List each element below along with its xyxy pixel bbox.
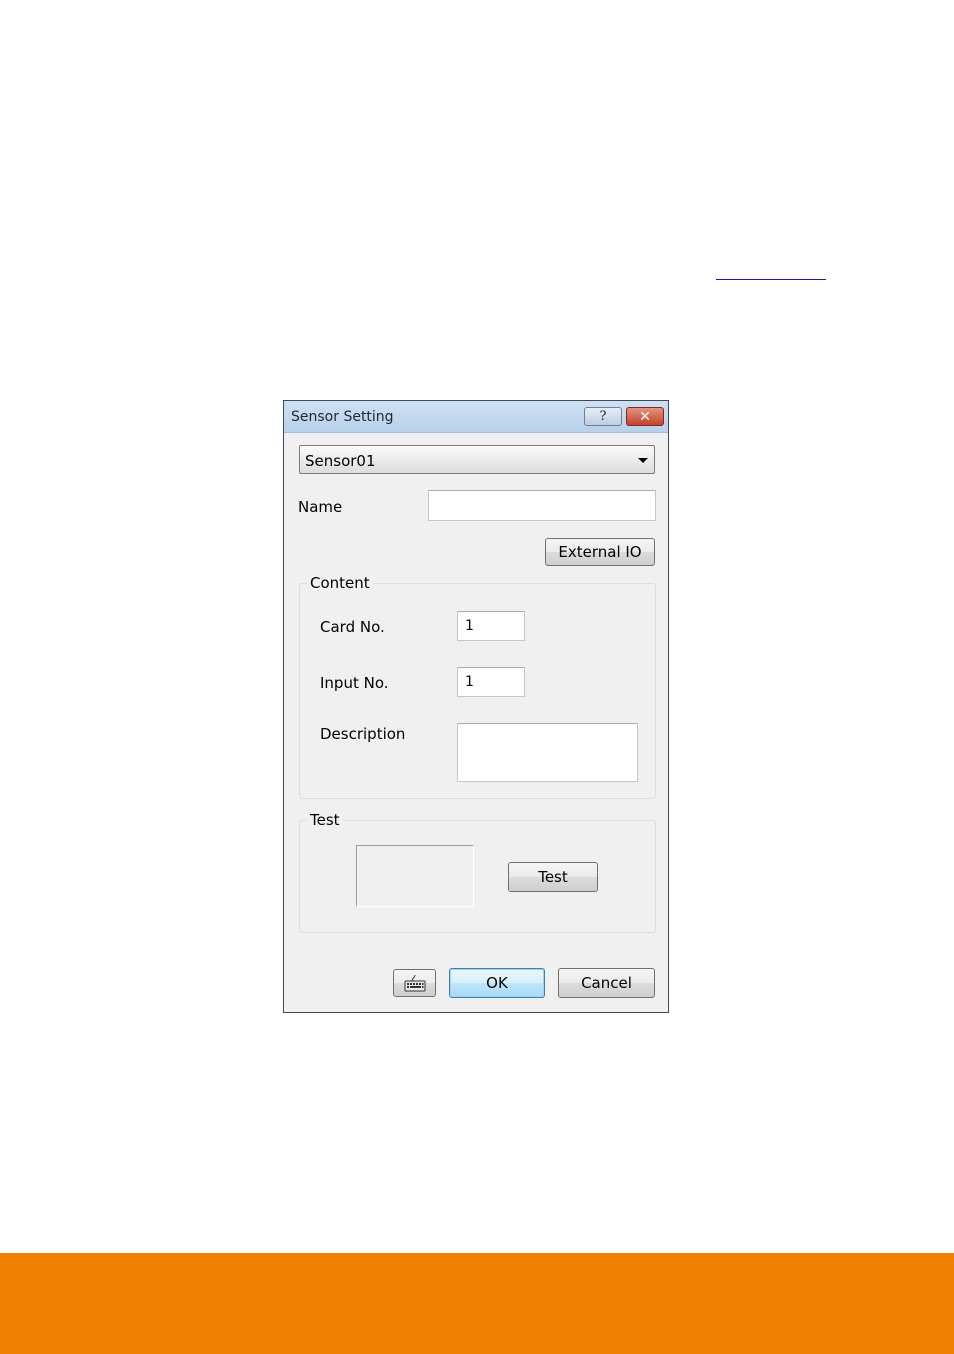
sensor-select[interactable]: Sensor01: [299, 445, 655, 474]
chevron-down-icon: [638, 458, 648, 463]
close-icon: ✕: [639, 408, 651, 425]
input-no-input[interactable]: 1: [457, 667, 525, 697]
sensor-select-value: Sensor01: [305, 452, 376, 470]
ok-button[interactable]: OK: [449, 968, 545, 998]
content-group-title: Content: [307, 574, 373, 592]
card-no-input[interactable]: 1: [457, 611, 525, 641]
test-status-indicator: [356, 845, 474, 907]
description-label: Description: [320, 725, 406, 743]
external-io-button[interactable]: External IO: [545, 538, 655, 566]
footer-band: [0, 1253, 954, 1354]
name-input[interactable]: [428, 490, 656, 521]
dialog-titlebar: Sensor Setting ? ✕: [284, 401, 668, 433]
link-underline[interactable]: [716, 279, 826, 280]
help-button[interactable]: ?: [584, 407, 622, 426]
keyboard-button[interactable]: [393, 969, 436, 997]
cancel-button[interactable]: Cancel: [558, 968, 655, 998]
test-group-title: Test: [307, 811, 343, 829]
dialog-title: Sensor Setting: [291, 409, 394, 425]
help-icon: ?: [599, 409, 607, 424]
card-no-value: 1: [465, 618, 474, 634]
sensor-setting-dialog: Sensor Setting ? ✕ Sensor01 Name Externa…: [283, 400, 669, 1013]
card-no-label: Card No.: [320, 618, 385, 636]
test-groupbox: [299, 820, 656, 933]
input-no-label: Input No.: [320, 674, 389, 692]
description-input[interactable]: [457, 723, 638, 782]
test-button[interactable]: Test: [508, 862, 598, 892]
name-label: Name: [298, 498, 343, 516]
input-no-value: 1: [465, 674, 474, 690]
close-button[interactable]: ✕: [626, 407, 664, 426]
keyboard-icon: [404, 974, 425, 992]
